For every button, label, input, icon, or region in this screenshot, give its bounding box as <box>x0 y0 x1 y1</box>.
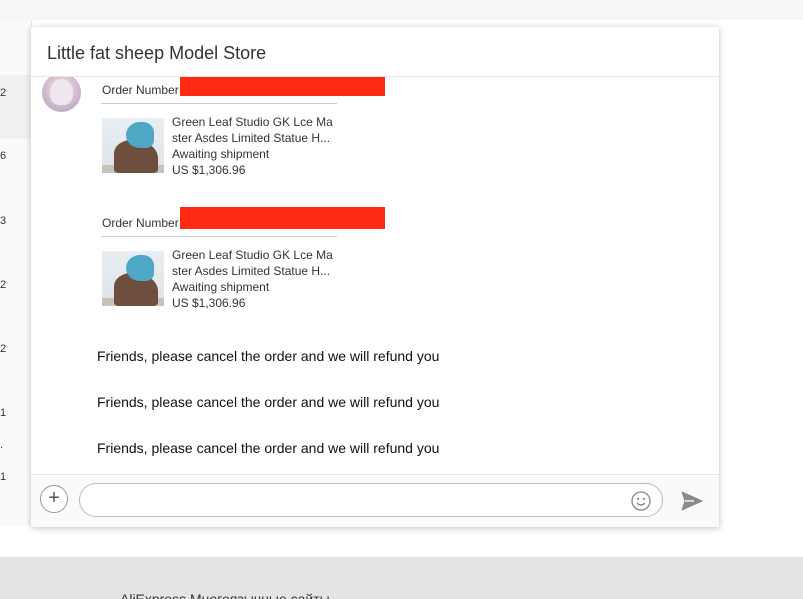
plus-icon[interactable]: + <box>40 485 68 513</box>
page-footer: AliExpress Многоязычные сайты <box>0 557 803 599</box>
order-number-label: Order Number <box>102 83 179 97</box>
sidebar-item-count[interactable]: 1 <box>0 471 6 483</box>
conversation-list-sidebar: 2 6 3 2 2 1 . 1 <box>0 20 32 526</box>
product-title-line1[interactable]: Green Leaf Studio GK Lce Ma <box>172 247 337 263</box>
avatar-image <box>50 79 73 105</box>
sidebar-item-count[interactable]: 3 <box>0 215 6 227</box>
product-thumbnail[interactable] <box>102 251 164 306</box>
page-top-band <box>0 0 803 20</box>
order-number-redaction <box>180 77 385 96</box>
product-title-line1[interactable]: Green Leaf Studio GK Lce Ma <box>172 114 337 130</box>
product-thumbnail[interactable] <box>102 118 164 173</box>
sidebar-item-count[interactable]: . <box>0 439 3 451</box>
thumbnail-figure <box>126 122 154 148</box>
order-divider <box>101 236 337 237</box>
sidebar-item-count[interactable]: 6 <box>0 150 6 162</box>
message-input-bar: + <box>31 474 719 527</box>
order-price: US $1,306.96 <box>172 163 246 177</box>
order-price: US $1,306.96 <box>172 296 246 310</box>
text-message: Friends, please cancel the order and we … <box>97 348 440 364</box>
product-title-line2[interactable]: ster Asdes Limited Statue H... <box>172 263 337 279</box>
message-list[interactable]: Order Number Green Leaf Studio GK Lce Ma… <box>31 77 719 473</box>
chat-window: Little fat sheep Model Store Order Numbe… <box>31 27 719 527</box>
product-title-line2[interactable]: ster Asdes Limited Statue H... <box>172 130 337 146</box>
order-status: Awaiting shipment <box>172 147 270 161</box>
message-input[interactable] <box>79 483 663 517</box>
store-avatar[interactable] <box>42 77 81 112</box>
order-number-label: Order Number <box>102 216 179 230</box>
order-divider <box>101 103 337 104</box>
sidebar-item-count[interactable]: 2 <box>0 279 6 291</box>
chat-header: Little fat sheep Model Store <box>31 27 719 77</box>
footer-multilingual-link[interactable]: AliExpress Многоязычные сайты <box>120 591 330 599</box>
sidebar-item-count[interactable]: 1 <box>0 407 6 419</box>
chat-title: Little fat sheep Model Store <box>47 43 267 63</box>
thumbnail-figure <box>126 255 154 281</box>
send-icon[interactable] <box>681 490 703 512</box>
product-info: Green Leaf Studio GK Lce Ma ster Asdes L… <box>172 114 337 178</box>
order-number-redaction <box>180 207 385 229</box>
product-info: Green Leaf Studio GK Lce Ma ster Asdes L… <box>172 247 337 311</box>
sidebar-active-item-bg <box>0 75 30 139</box>
text-message: Friends, please cancel the order and we … <box>97 394 440 410</box>
emoji-icon[interactable] <box>631 491 651 511</box>
order-status: Awaiting shipment <box>172 280 270 294</box>
sidebar-item-count[interactable]: 2 <box>0 343 6 355</box>
text-message: Friends, please cancel the order and we … <box>97 440 440 456</box>
sidebar-item-count[interactable]: 2 <box>0 87 6 99</box>
